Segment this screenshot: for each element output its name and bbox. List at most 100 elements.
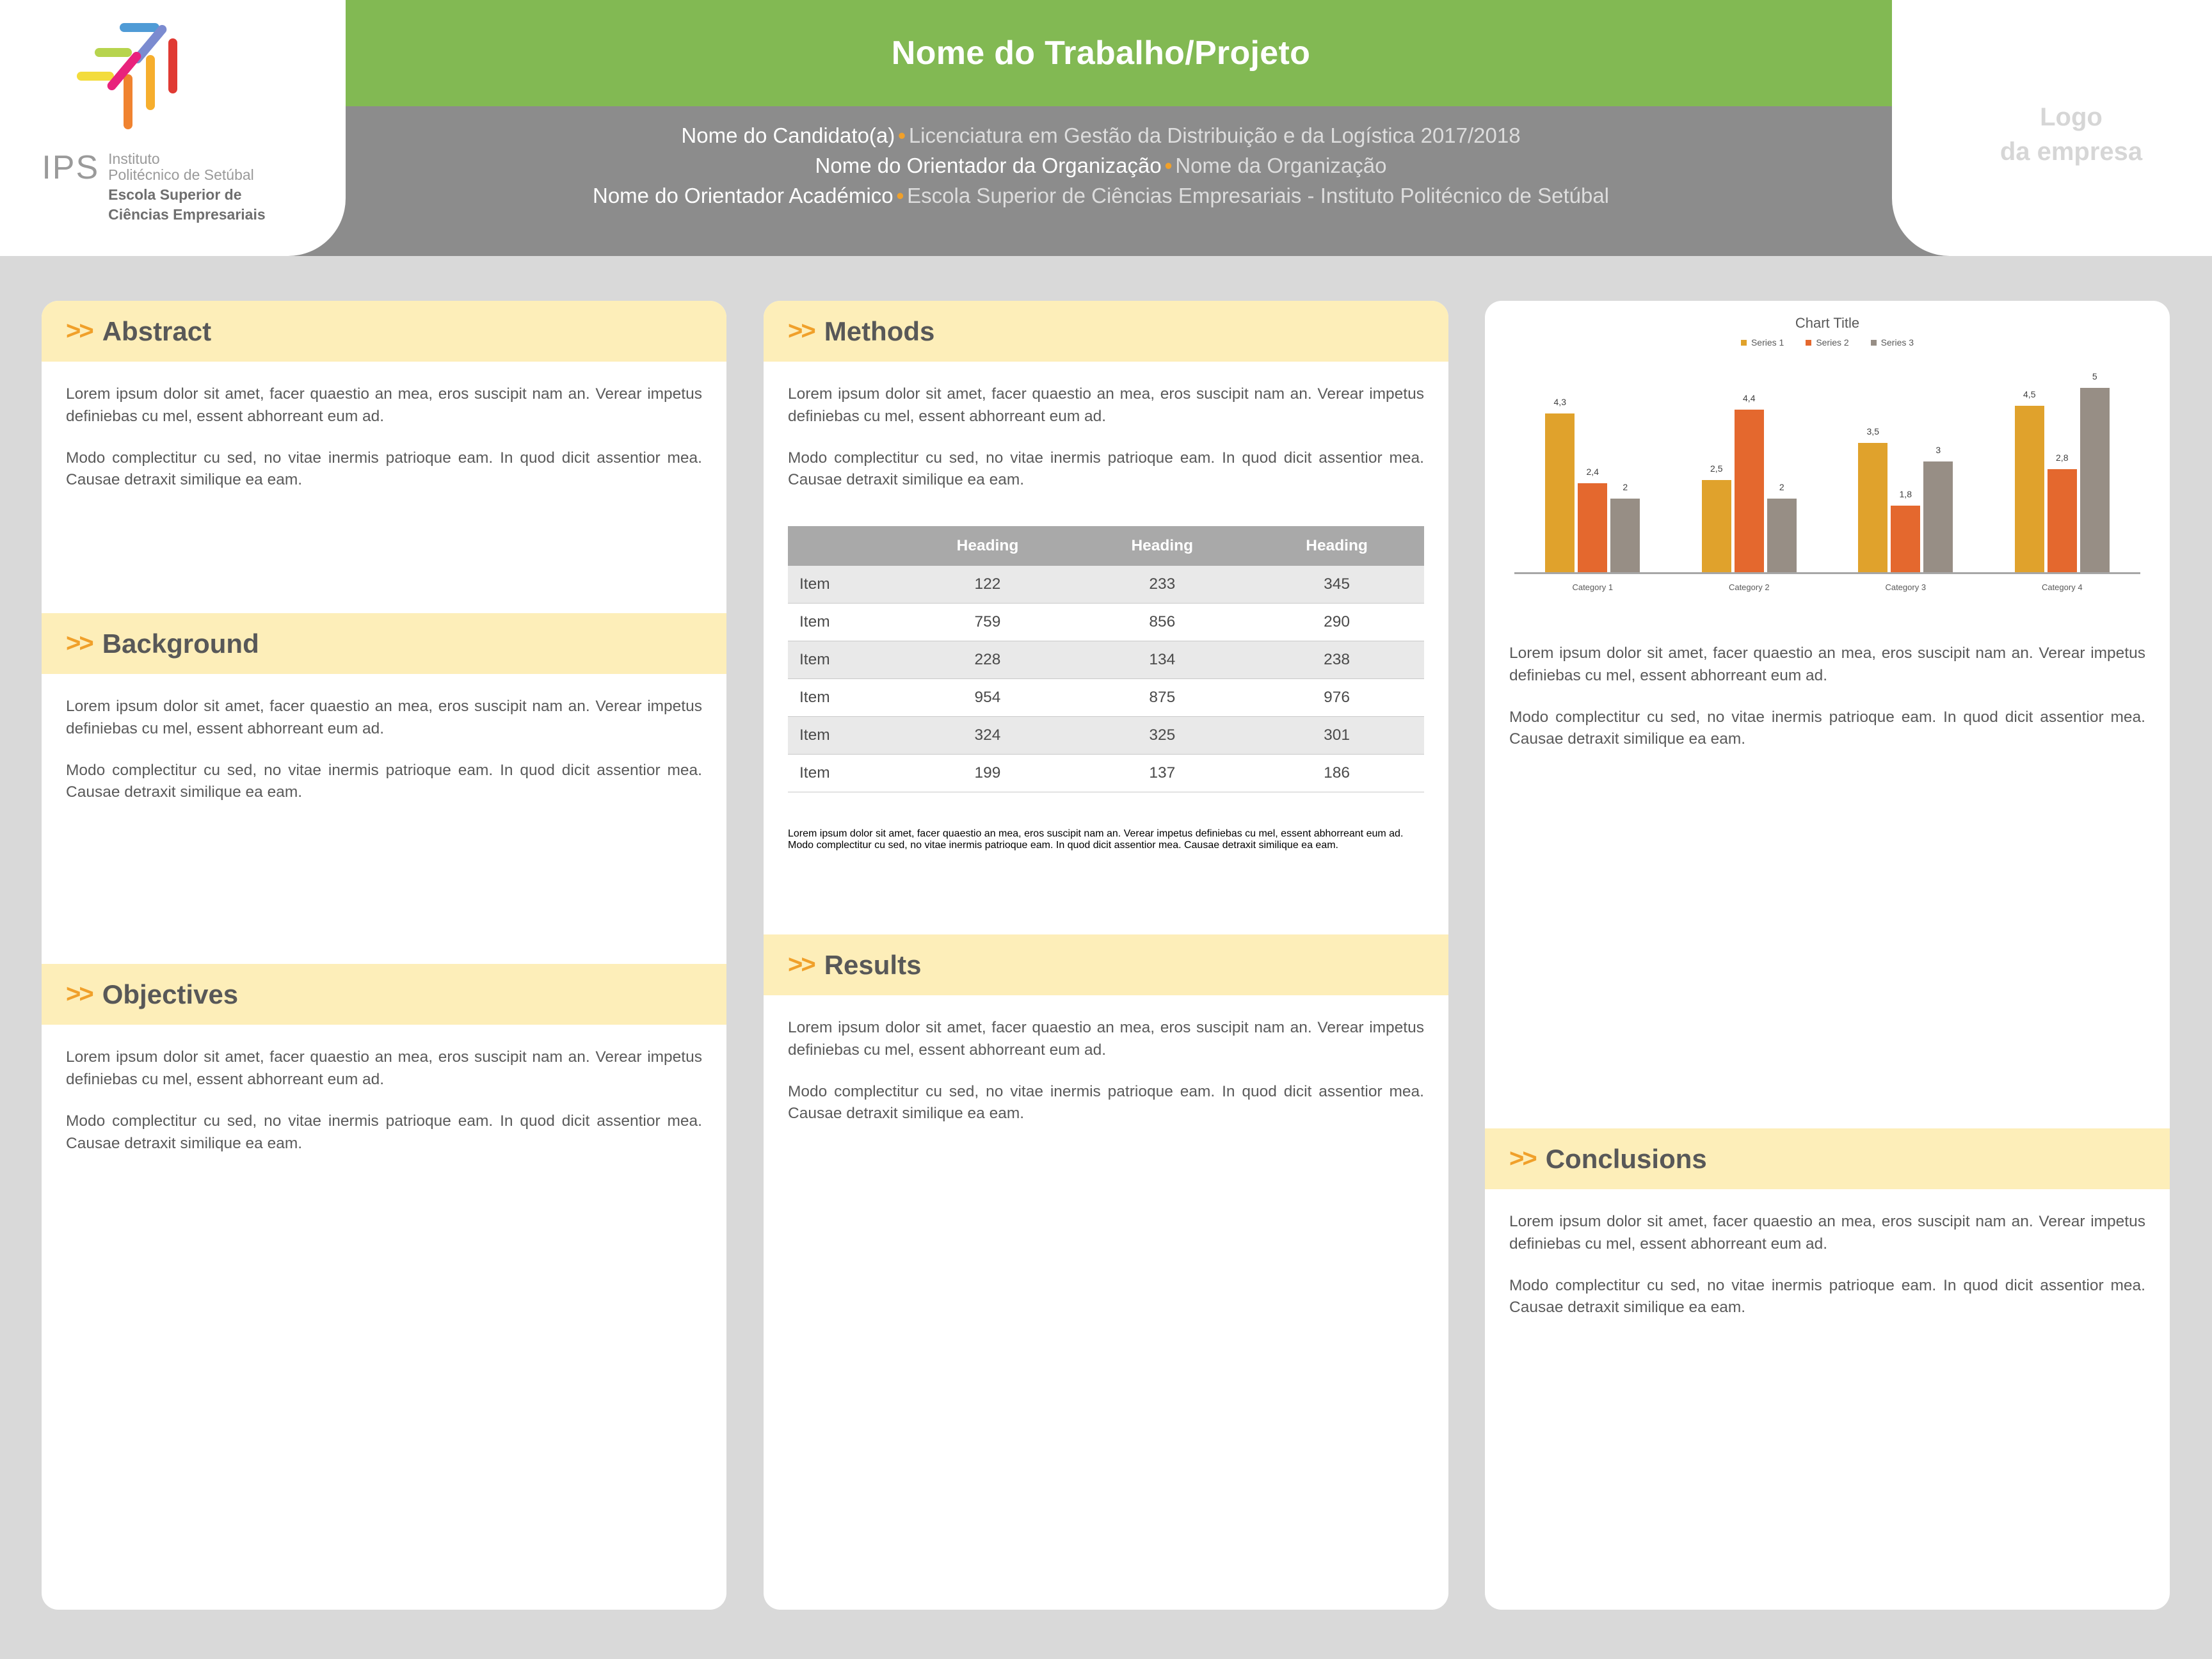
legend-swatch-icon <box>1870 339 1877 346</box>
course-name: Licenciatura em Gestão da Distribuição e… <box>908 124 1521 147</box>
chevron-right-icon: >> <box>66 317 94 345</box>
background-paragraph-2: Modo complectitur cu sed, no vitae inerm… <box>66 761 702 801</box>
section-header-conclusions: >> Conclusions <box>1485 1128 2170 1190</box>
table-row: Item 199 137 186 <box>788 754 1424 793</box>
category-label-2: Category 2 <box>1728 582 1770 592</box>
table-cell: 233 <box>1075 566 1250 604</box>
section-body-objectives: Lorem ipsum dolor sit amet, facer quaest… <box>42 1025 726 1155</box>
table-cell: 324 <box>900 716 1075 755</box>
table-cell: Item <box>788 566 901 604</box>
bar-s3-c2: 2 <box>1767 482 1797 572</box>
chevron-right-icon: >> <box>788 317 816 345</box>
section-body-background: Lorem ipsum dolor sit amet, facer quaest… <box>42 674 726 804</box>
legend-label: Series 2 <box>1816 337 1849 348</box>
table-row: Item 954 875 976 <box>788 678 1424 717</box>
legend-swatch-icon <box>1806 339 1812 346</box>
bar-value-label: 4,4 <box>1743 393 1756 404</box>
column-left: >> Abstract Lorem ipsum dolor sit amet, … <box>42 301 726 1610</box>
company-logo-placeholder[interactable]: Logo da empresa <box>1892 0 2212 256</box>
methods-paragraph-3: Lorem ipsum dolor sit amet, facer quaest… <box>788 828 1404 840</box>
chart-panel-paragraph-1: Lorem ipsum dolor sit amet, facer quaest… <box>1509 645 2145 684</box>
chevron-right-icon: >> <box>66 629 94 658</box>
table-row: Item 759 856 290 <box>788 603 1424 642</box>
section-title-results: Results <box>824 949 922 980</box>
table-cell: Item <box>788 754 901 793</box>
chevron-right-icon: >> <box>66 980 94 1009</box>
table-cell: 238 <box>1249 641 1424 680</box>
section-title-background: Background <box>102 628 259 659</box>
section-body-conclusions: Lorem ipsum dolor sit amet, facer quaest… <box>1485 1189 2170 1319</box>
table-cell: Item <box>788 641 901 680</box>
poster-canvas: Nome do Trabalho/Projeto Nome do Candida… <box>0 0 2212 1659</box>
author-block: Nome do Candidato(a) • Licenciatura em Ges… <box>358 112 1843 250</box>
table-row: Item 122 233 345 <box>788 566 1424 604</box>
section-body-methods: Lorem ipsum dolor sit amet, facer quaest… <box>764 362 1448 492</box>
section-header-abstract: >> Abstract <box>42 301 726 362</box>
chart-title: Chart Title <box>1795 315 1860 331</box>
bar-value-label: 3,5 <box>1866 426 1879 437</box>
ips-wordmark: IPS Instituto Politécnico de Setúbal Esc… <box>42 148 266 223</box>
table-row: Item 228 134 238 <box>788 641 1424 680</box>
bullet-separator-icon: • <box>898 124 906 147</box>
bar-value-label: 4,5 <box>2023 389 2036 400</box>
chevron-right-icon: >> <box>788 950 816 979</box>
chart-panel-paragraph-2: Modo complectitur cu sed, no vitae inerm… <box>1509 708 2145 748</box>
bar-s3-c1: 2 <box>1610 482 1640 572</box>
author-line-2: Nome do Orientador da Organização • Nome d… <box>815 154 1387 178</box>
section-title-methods: Methods <box>824 316 935 346</box>
table-cell: Item <box>788 716 901 755</box>
author-line-3: Nome do Orientador Académico • Escola Supe… <box>593 184 1609 208</box>
bar-chart: Chart Title Series 1 Series 2 Series 3 4… <box>1485 301 2170 621</box>
ips-arrow-mark-icon <box>77 22 177 129</box>
table-cell: Item <box>788 678 901 717</box>
ips-school-line-1: Escola Superior de <box>108 186 242 203</box>
table-row: Item 324 325 301 <box>788 716 1424 755</box>
bar-s3-c4: 5 <box>2080 371 2110 572</box>
section-body-chart-panel: Lorem ipsum dolor sit amet, facer quaest… <box>1485 621 2170 751</box>
methods-extra-text: Lorem ipsum dolor sit amet, facer quaest… <box>764 792 1448 851</box>
ips-name-line-1: Instituto <box>108 150 160 167</box>
academic-supervisor-name: Nome do Orientador Académico <box>592 184 894 207</box>
section-header-objectives: >> Objectives <box>42 964 726 1025</box>
results-paragraph-2: Modo complectitur cu sed, no vitae inerm… <box>788 1082 1424 1123</box>
bar-s2-c2: 4,4 <box>1734 393 1764 572</box>
table-cell: 301 <box>1249 716 1424 755</box>
bar-s1-c3: 3,5 <box>1858 426 1888 572</box>
chart-x-axis <box>1514 572 2140 574</box>
bar-s2-c3: 1,8 <box>1891 489 1921 572</box>
ips-school-line-2: Ciências Empresariais <box>108 205 266 223</box>
conclusions-paragraph-2: Modo complectitur cu sed, no vitae inerm… <box>1509 1276 2145 1317</box>
ips-letters: IPS <box>42 148 100 186</box>
methods-data-table: Heading Heading Heading Item 122 233 345… <box>788 526 1424 793</box>
section-body-results: Lorem ipsum dolor sit amet, facer quaest… <box>764 995 1448 1125</box>
bar-value-label: 2 <box>1623 481 1628 492</box>
table-cell: 134 <box>1075 641 1250 680</box>
table-cell: 186 <box>1249 754 1424 793</box>
organization-name: Nome da Organização <box>1175 154 1387 177</box>
legend-swatch-icon <box>1740 339 1747 346</box>
legend-item-series-1: Series 1 <box>1740 337 1784 348</box>
table-col-header-1: Heading <box>900 526 1075 566</box>
ips-logo: IPS Instituto Politécnico de Setúbal Esc… <box>19 0 288 223</box>
bar-value-label: 1,8 <box>1899 489 1912 500</box>
table-cell: 976 <box>1249 678 1424 717</box>
column-middle: >> Methods Lorem ipsum dolor sit amet, f… <box>764 301 1448 1610</box>
candidate-name: Nome do Candidato(a) <box>681 124 895 147</box>
background-paragraph-1: Lorem ipsum dolor sit amet, facer quaest… <box>66 698 702 737</box>
table-col-header-0 <box>788 526 901 566</box>
chart-legend: Series 1 Series 2 Series 3 <box>1485 337 2170 348</box>
table-cell: 345 <box>1249 566 1424 604</box>
bar-value-label: 4,3 <box>1553 396 1566 407</box>
bar-s1-c1: 4,3 <box>1545 397 1575 572</box>
company-logo-line-2: da empresa <box>2000 138 2143 166</box>
legend-item-series-3: Series 3 <box>1870 337 1914 348</box>
chart-category-labels: Category 1 Category 2 Category 3 Categor… <box>1514 582 2140 592</box>
abstract-paragraph-2: Modo complectitur cu sed, no vitae inerm… <box>66 449 702 489</box>
bar-s2-c4: 2,8 <box>2047 453 2077 572</box>
table-cell: 856 <box>1075 603 1250 642</box>
chart-bar-groups: 4,3 2,4 2 2,5 4,4 2 3,5 1,8 3 4,5 2,8 5 <box>1514 365 2140 572</box>
table-cell: 954 <box>900 678 1075 717</box>
bar-value-label: 2,5 <box>1710 463 1723 474</box>
